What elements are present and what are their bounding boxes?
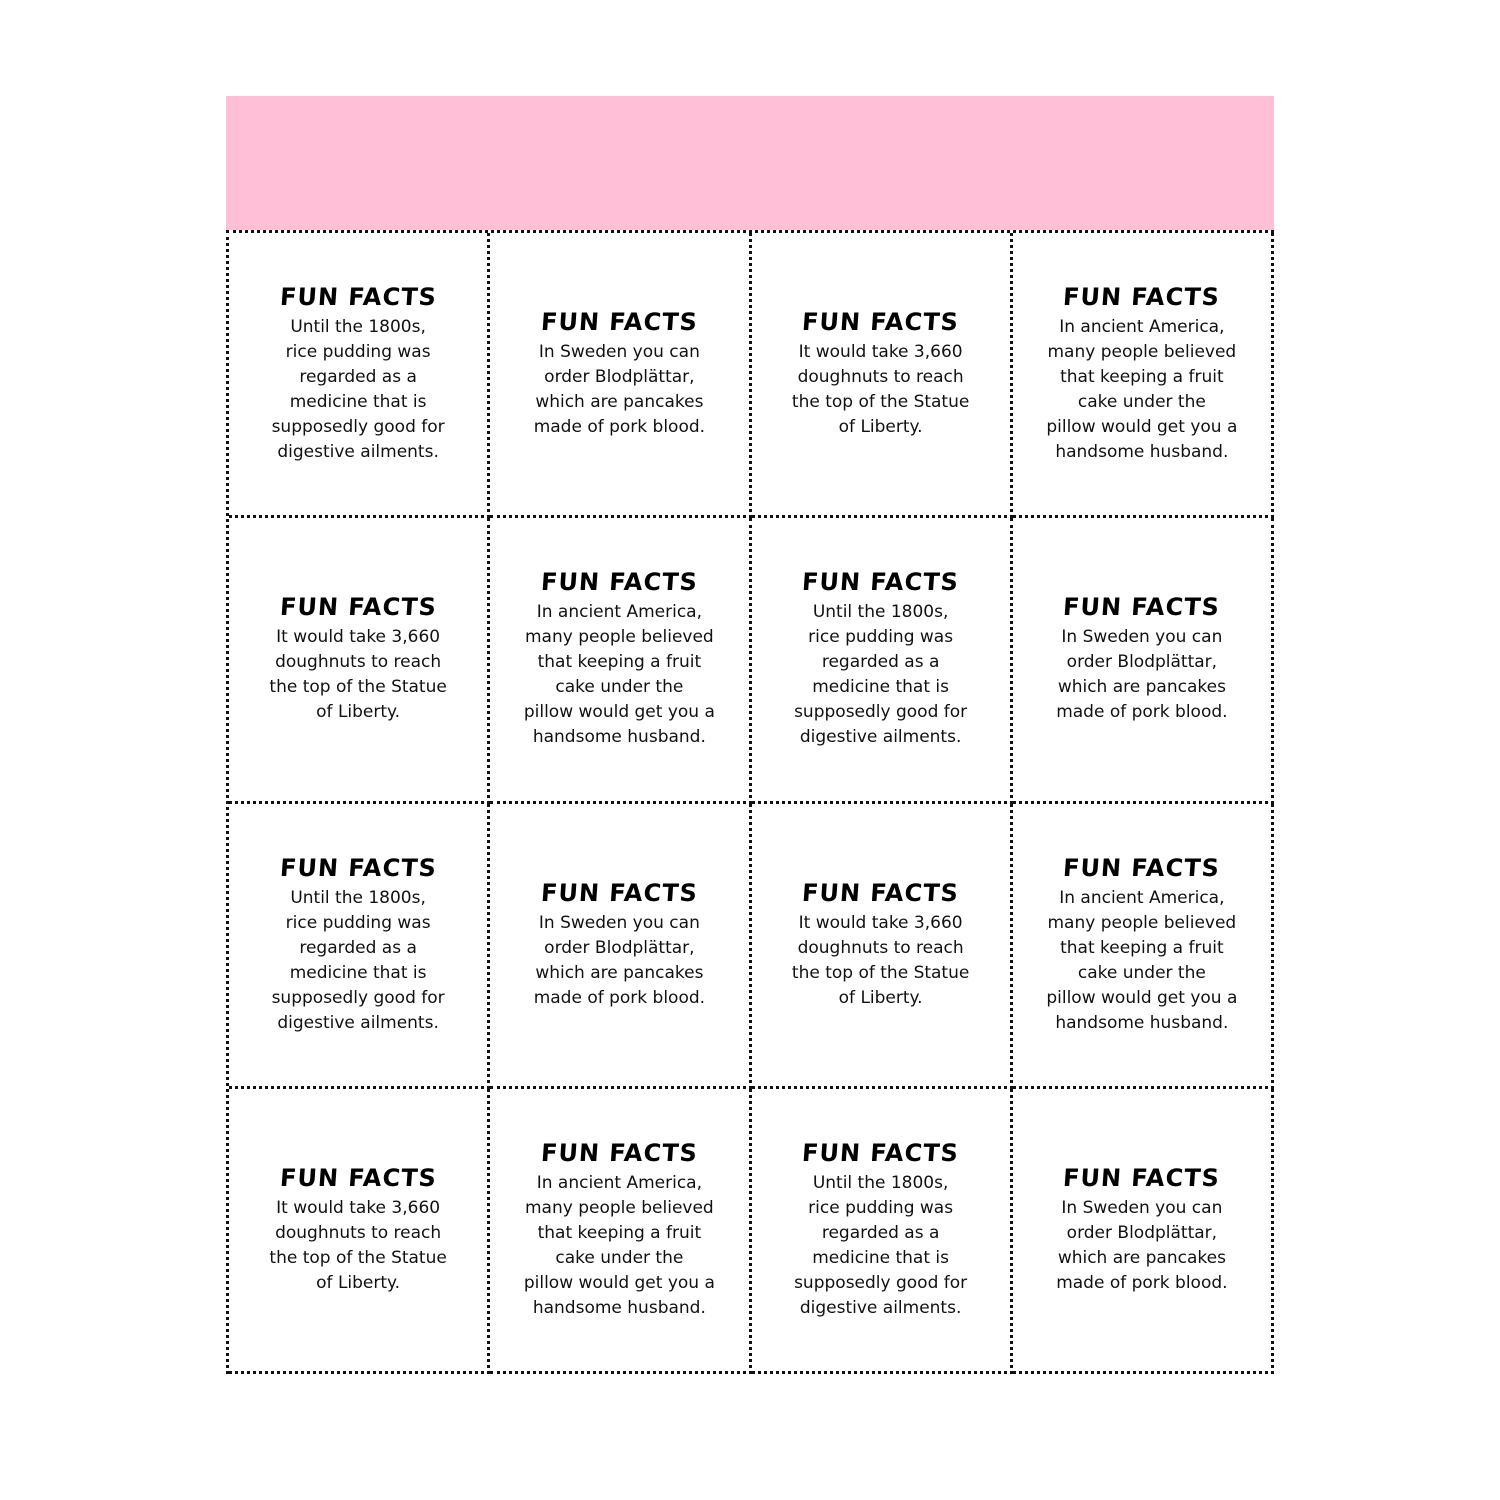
card-title: FUN FACTS bbox=[539, 1138, 699, 1167]
fact-card: FUN FACTS Until the 1800s, rice pudding w… bbox=[229, 803, 491, 1089]
card-text: In Sweden you can order Blodplättar, whi… bbox=[1056, 1197, 1228, 1293]
card-text: Until the 1800s, rice pudding was regard… bbox=[794, 602, 968, 748]
card-title: FUN FACTS bbox=[278, 593, 438, 622]
fact-card: FUN FACTS In Sweden you can order Blodplä… bbox=[490, 233, 752, 519]
card-title: FUN FACTS bbox=[539, 878, 699, 907]
card-title: FUN FACTS bbox=[539, 568, 699, 597]
card-text: In ancient America, many people believed… bbox=[1046, 317, 1238, 463]
fact-card: FUN FACTS In ancient America, many people… bbox=[1012, 803, 1274, 1089]
card-text: It would take 3,660 doughnuts to reach t… bbox=[269, 1197, 447, 1293]
fact-card: FUN FACTS Until the 1800s, rice pudding w… bbox=[751, 518, 1013, 804]
fact-card: FUN FACTS In ancient America, many people… bbox=[490, 1088, 752, 1374]
card-title: FUN FACTS bbox=[539, 308, 699, 337]
fact-card: FUN FACTS It would take 3,660 doughnuts t… bbox=[229, 518, 491, 804]
fact-card: FUN FACTS In Sweden you can order Blodplä… bbox=[1012, 1088, 1274, 1374]
card-title: FUN FACTS bbox=[1062, 283, 1222, 312]
cards-grid: FUN FACTS Until the 1800s, rice pudding w… bbox=[226, 230, 1274, 1374]
card-title: FUN FACTS bbox=[278, 1163, 438, 1192]
card-text: In Sweden you can order Blodplättar, whi… bbox=[533, 342, 706, 438]
card-title: FUN FACTS bbox=[1062, 593, 1222, 622]
fact-card: FUN FACTS It would take 3,660 doughnuts t… bbox=[751, 233, 1013, 519]
card-text: Until the 1800s, rice pudding was regard… bbox=[794, 1172, 968, 1318]
header-banner bbox=[226, 96, 1274, 230]
fact-card: FUN FACTS In Sweden you can order Blodplä… bbox=[490, 803, 752, 1089]
card-title: FUN FACTS bbox=[278, 283, 438, 312]
card-text: In ancient America, many people believed… bbox=[523, 602, 715, 748]
fact-card: FUN FACTS It would take 3,660 doughnuts t… bbox=[229, 1088, 491, 1374]
card-title: FUN FACTS bbox=[801, 1138, 961, 1167]
card-text: It would take 3,660 doughnuts to reach t… bbox=[791, 342, 970, 438]
fact-card: FUN FACTS Until the 1800s, rice pudding w… bbox=[751, 1088, 1013, 1374]
card-text: In Sweden you can order Blodplättar, whi… bbox=[1056, 627, 1228, 723]
fact-card: FUN FACTS In ancient America, many people… bbox=[1012, 233, 1274, 519]
card-title: FUN FACTS bbox=[1062, 853, 1222, 882]
card-title: FUN FACTS bbox=[801, 568, 961, 597]
fact-card: FUN FACTS In ancient America, many people… bbox=[490, 518, 752, 804]
fact-card: FUN FACTS Until the 1800s, rice pudding w… bbox=[229, 233, 491, 519]
card-text: It would take 3,660 doughnuts to reach t… bbox=[791, 912, 970, 1008]
card-text: It would take 3,660 doughnuts to reach t… bbox=[269, 627, 447, 723]
card-text: Until the 1800s, rice pudding was regard… bbox=[271, 887, 445, 1033]
card-text: In ancient America, many people believed… bbox=[1046, 887, 1238, 1033]
card-title: FUN FACTS bbox=[1062, 1163, 1222, 1192]
fact-card: FUN FACTS In Sweden you can order Blodplä… bbox=[1012, 518, 1274, 804]
card-title: FUN FACTS bbox=[278, 853, 438, 882]
card-text: In Sweden you can order Blodplättar, whi… bbox=[533, 912, 706, 1008]
card-title: FUN FACTS bbox=[801, 308, 961, 337]
fun-facts-sheet: FUN FACTS Until the 1800s, rice pudding w… bbox=[226, 96, 1274, 1374]
card-title: FUN FACTS bbox=[801, 878, 961, 907]
card-text: Until the 1800s, rice pudding was regard… bbox=[271, 317, 445, 463]
card-text: In ancient America, many people believed… bbox=[523, 1172, 715, 1318]
fact-card: FUN FACTS It would take 3,660 doughnuts t… bbox=[751, 803, 1013, 1089]
